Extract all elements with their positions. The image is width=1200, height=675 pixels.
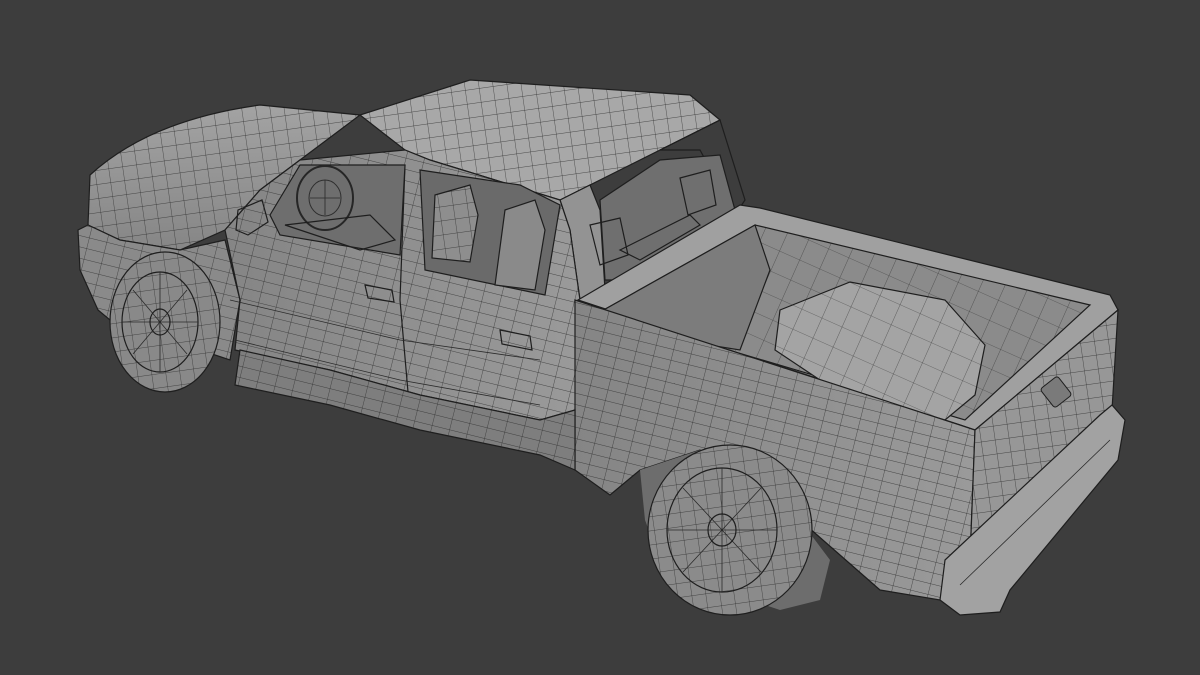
3d-viewport[interactable] — [0, 0, 1200, 675]
front-wheel — [109, 251, 221, 393]
truck-wireframe-model — [77, 79, 1126, 616]
